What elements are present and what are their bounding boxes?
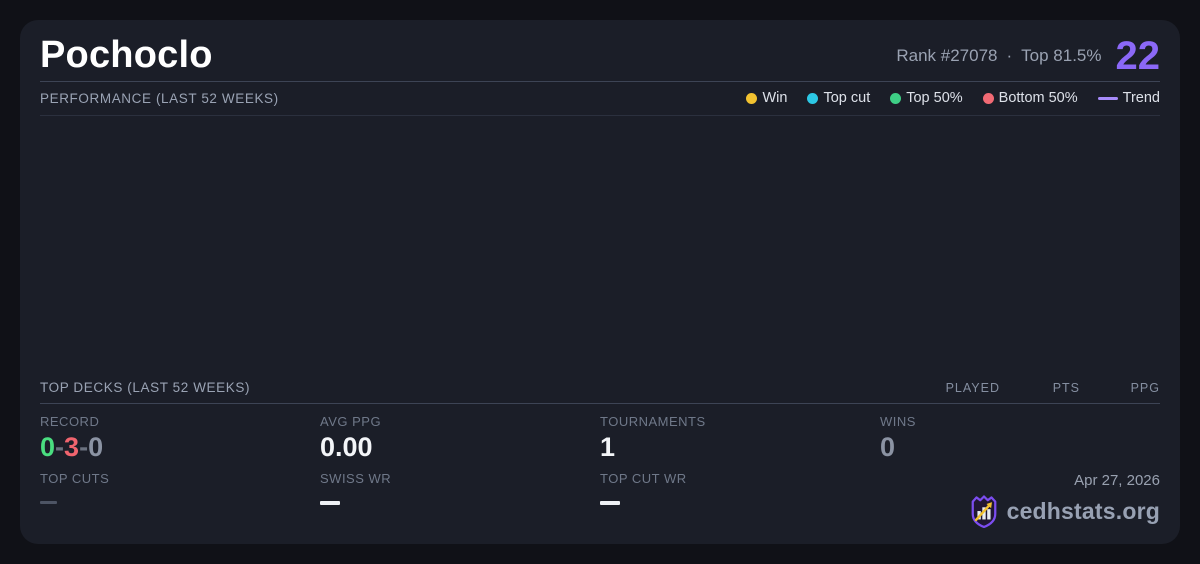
column-header-played: PLAYED <box>945 380 1000 395</box>
top-decks-section-label: TOP DECKS (LAST 52 WEEKS) <box>40 379 251 395</box>
bottom-50-dot-icon <box>982 92 994 104</box>
brand-name: cedhstats.org <box>1006 498 1160 524</box>
points-big-number: 22 <box>1115 33 1161 78</box>
rank-line: Rank #27078 · Top 81.5% <box>896 46 1101 66</box>
stat-label: SWISS WR <box>320 471 392 486</box>
record-separator: - <box>79 431 89 462</box>
stat-label: RECORD <box>40 413 100 429</box>
performance-chart-area <box>40 116 1160 376</box>
legend-item-bottom-50: Bottom 50% <box>982 90 1078 106</box>
rank-group: Rank #27078 · Top 81.5% 22 <box>896 36 1160 76</box>
legend-item-top-cut: Top cut <box>807 90 870 106</box>
legend-item-trend: Trend <box>1097 90 1160 106</box>
column-header-ppg: PPG <box>1130 380 1160 395</box>
rank-text: Rank #27078 <box>896 45 998 65</box>
performance-section-label: PERFORMANCE (LAST 52 WEEKS) <box>40 90 279 106</box>
deck-column-headers: PLAYED PTS PPG <box>920 381 1160 395</box>
stat-top-cuts: TOP CUTS <box>40 471 320 528</box>
performance-header-row: PERFORMANCE (LAST 52 WEEKS) Win Top cut … <box>40 82 1160 115</box>
wins-value: 0 <box>880 431 896 462</box>
legend-label: Win <box>762 90 788 106</box>
stat-record: RECORD 0-3-0 <box>40 414 320 463</box>
stat-top-cut-wr: TOP CUT WR <box>600 471 880 528</box>
record-losses: 3 <box>64 431 80 462</box>
top-cut-dot-icon <box>807 92 819 104</box>
avg-ppg-value: 0.00 <box>320 431 373 462</box>
top-50-dot-icon <box>890 92 902 104</box>
tournaments-value: 1 <box>600 431 616 462</box>
record-draws: 0 <box>88 431 104 462</box>
legend-label: Trend <box>1122 90 1160 106</box>
stats-grid: RECORD 0-3-0 AVG PPG 0.00 TOURNAMENTS 1 … <box>40 414 1160 528</box>
stat-label: TOP CUTS <box>40 471 110 486</box>
column-header-pts: PTS <box>1052 380 1080 395</box>
top-decks-divider <box>40 402 1160 404</box>
player-name: Pochoclo <box>40 34 213 76</box>
chart-legend: Win Top cut Top 50% Bottom 50% Trend <box>746 90 1160 106</box>
top-cuts-empty-dash <box>40 501 57 504</box>
swiss-wr-empty-dash <box>320 501 340 505</box>
legend-label: Top 50% <box>906 90 963 106</box>
stat-label: TOURNAMENTS <box>600 413 706 429</box>
stat-label: WINS <box>880 413 916 429</box>
stat-tournaments: TOURNAMENTS 1 <box>600 414 880 463</box>
snapshot-date: Apr 27, 2026 <box>1074 472 1160 489</box>
legend-item-win: Win <box>746 90 787 106</box>
top-cut-wr-empty-dash <box>600 501 620 505</box>
record-wins: 0 <box>40 431 56 462</box>
top-decks-header-row: TOP DECKS (LAST 52 WEEKS) PLAYED PTS PPG <box>40 376 1160 403</box>
stat-swiss-wr: SWISS WR <box>320 471 600 528</box>
legend-label: Top cut <box>823 90 871 106</box>
card-header: Pochoclo Rank #27078 · Top 81.5% 22 <box>40 34 1160 81</box>
stat-label: AVG PPG <box>320 413 382 429</box>
legend-item-top-50: Top 50% <box>890 90 963 106</box>
legend-label: Bottom 50% <box>998 90 1078 106</box>
record-separator: - <box>55 431 65 462</box>
stat-wins: WINS 0 <box>880 414 1160 463</box>
win-dot-icon <box>746 92 758 104</box>
top-percent-text: Top 81.5% <box>1021 45 1102 65</box>
brand-row: cedhstats.org <box>969 495 1160 528</box>
stat-label: TOP CUT WR <box>600 471 687 486</box>
footer-cell: Apr 27, 2026 cedhstats.org <box>880 471 1160 528</box>
cedhstats-shield-logo-icon <box>969 495 999 528</box>
stat-avg-ppg: AVG PPG 0.00 <box>320 414 600 463</box>
rank-separator: · <box>1006 45 1013 65</box>
record-value: 0-3-0 <box>40 432 320 463</box>
trend-line-icon <box>1097 96 1118 100</box>
player-stats-card: Pochoclo Rank #27078 · Top 81.5% 22 PERF… <box>20 20 1180 544</box>
